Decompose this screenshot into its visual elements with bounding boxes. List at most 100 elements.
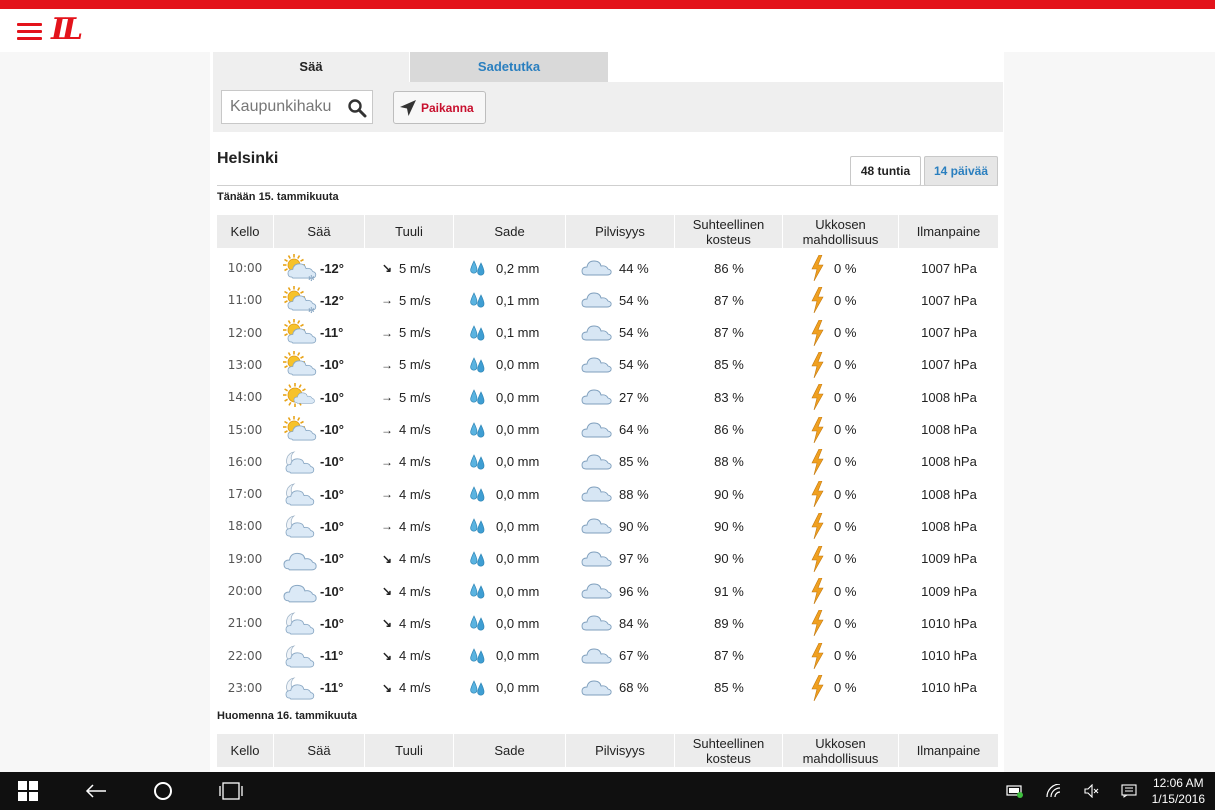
cloudiness-icon bbox=[581, 454, 612, 470]
row-cloudiness: 88 % bbox=[581, 478, 681, 510]
row-weather: -10° bbox=[282, 349, 366, 381]
row-time: 17:00 bbox=[227, 487, 263, 502]
row-wind-speed: 5 m/s bbox=[399, 357, 431, 373]
forecast-row: 22:00 -11° ↘ 4 m/s 0,0 mm 67 % 87 % 0 % 1010 hPa bbox=[210, 640, 1004, 672]
partly-sunny-icon bbox=[283, 415, 317, 440]
battery-icon[interactable] bbox=[1003, 772, 1027, 810]
tab-weather[interactable]: Sää bbox=[213, 52, 409, 82]
row-thunder-value: 0 % bbox=[834, 389, 857, 405]
moon-cloud-icon bbox=[285, 483, 315, 506]
raindrop-icon bbox=[470, 260, 485, 276]
lightning-icon bbox=[811, 642, 824, 669]
cloudiness-icon bbox=[581, 260, 612, 276]
row-weather: -10° bbox=[282, 543, 366, 575]
row-wind-speed: 4 m/s bbox=[399, 648, 431, 664]
row-rain: 0,0 mm bbox=[468, 478, 568, 510]
row-pressure: 1007 hPa bbox=[921, 292, 977, 308]
locate-button[interactable]: Paikanna bbox=[393, 91, 486, 124]
action-center-icon[interactable] bbox=[1117, 772, 1141, 810]
row-temperature: -10° bbox=[320, 389, 344, 405]
row-thunder-value: 0 % bbox=[834, 260, 857, 276]
day-heading: Huomenna 16. tammikuuta bbox=[217, 710, 357, 723]
row-wind: → 4 m/s bbox=[380, 510, 460, 542]
tab-radar[interactable]: Sadetutka bbox=[410, 52, 608, 82]
row-time: 22:00 bbox=[227, 648, 263, 663]
city-search-input[interactable] bbox=[230, 92, 348, 122]
task-view-icon[interactable] bbox=[213, 772, 249, 810]
cortana-search-icon[interactable] bbox=[145, 772, 181, 810]
row-time: 11:00 bbox=[227, 293, 263, 308]
row-weather: -11° bbox=[282, 640, 366, 672]
row-humidity: 85 % bbox=[714, 357, 744, 373]
row-thunder: 0 % bbox=[810, 349, 880, 381]
row-rain: 0,0 mm bbox=[468, 543, 568, 575]
col-rain-header: Sade bbox=[454, 215, 565, 248]
forecast-row: 12:00 -11° → 5 m/s 0,1 mm 54 % 87 % 0 % 1007 hPa bbox=[210, 317, 1004, 349]
cloudiness-icon bbox=[581, 486, 612, 502]
row-wind-speed: 4 m/s bbox=[399, 422, 431, 437]
row-rain: 0,0 mm bbox=[468, 349, 568, 381]
row-humidity: 86 % bbox=[714, 260, 744, 276]
weather-panel: Sää Sadetutka Paikanna Helsinki 48 tunti… bbox=[210, 52, 1004, 772]
site-logo[interactable]: IL bbox=[51, 12, 83, 47]
row-humidity: 83 % bbox=[714, 389, 744, 405]
row-time: 12:00 bbox=[227, 325, 263, 340]
back-arrow-icon[interactable] bbox=[78, 772, 114, 810]
row-cloudiness-value: 44 % bbox=[619, 260, 649, 276]
raindrop-icon bbox=[470, 324, 485, 341]
forecast-row: 14:00 -10° → 5 m/s 0,0 mm 27 % 83 % 0 % 1008 hPa bbox=[210, 381, 1004, 413]
row-rain-amount: 0,0 mm bbox=[496, 551, 540, 567]
row-thunder: 0 % bbox=[810, 543, 880, 575]
row-cloudiness-value: 67 % bbox=[619, 648, 649, 664]
search-icon[interactable] bbox=[347, 98, 367, 118]
sunny-cloud-icon bbox=[283, 383, 315, 408]
row-weather: -10° bbox=[282, 510, 366, 542]
row-thunder-value: 0 % bbox=[834, 583, 857, 599]
row-weather: -10° bbox=[282, 381, 366, 413]
forecast-row: 15:00 -10° → 4 m/s 0,0 mm 64 % 86 % 0 % 1008 hPa bbox=[210, 414, 1004, 446]
row-thunder: 0 % bbox=[810, 414, 880, 446]
moon-cloud-icon bbox=[285, 451, 315, 474]
row-rain-amount: 0,0 mm bbox=[496, 357, 540, 373]
row-wind-speed: 4 m/s bbox=[399, 583, 431, 599]
volume-muted-icon[interactable] bbox=[1080, 772, 1104, 810]
row-thunder-value: 0 % bbox=[834, 292, 857, 308]
row-cloudiness-value: 97 % bbox=[619, 551, 649, 567]
menu-icon[interactable] bbox=[17, 23, 42, 41]
raindrop-icon bbox=[470, 421, 485, 437]
raindrop-icon bbox=[470, 647, 485, 664]
wind-direction-icon: ↘ bbox=[381, 551, 393, 566]
range-14d-button[interactable]: 14 päivää bbox=[924, 156, 998, 186]
row-humidity: 90 % bbox=[714, 551, 744, 567]
row-cloudiness: 90 % bbox=[581, 510, 681, 542]
taskbar-clock[interactable]: 12:06 AM 1/15/2016 bbox=[1152, 775, 1205, 807]
partly-sunny-snow-icon: ✻ bbox=[283, 254, 317, 282]
range-48h-button[interactable]: 48 tuntia bbox=[850, 156, 921, 186]
row-temperature: -11° bbox=[320, 648, 344, 664]
column-headers: Kello Sää Tuuli Sade Pilvisyys Suhteellinen k… bbox=[210, 215, 1004, 248]
wind-direction-icon: → bbox=[381, 487, 393, 502]
wind-direction-icon: ↘ bbox=[381, 261, 393, 275]
row-pressure: 1009 hPa bbox=[921, 551, 977, 567]
row-rain: 0,1 mm bbox=[468, 317, 568, 349]
row-wind: → 4 m/s bbox=[380, 446, 460, 478]
lightning-icon bbox=[811, 255, 824, 281]
forecast-row: 20:00 -10° ↘ 4 m/s 0,0 mm 96 % 91 % 0 % 1009 hPa bbox=[210, 575, 1004, 607]
forecast-row: 17:00 -10° → 4 m/s 0,0 mm 88 % 90 % 0 % 1008 hPa bbox=[210, 478, 1004, 510]
raindrop-icon bbox=[470, 454, 485, 470]
tab-bar: Sää Sadetutka bbox=[213, 52, 1003, 82]
wifi-icon[interactable] bbox=[1042, 772, 1066, 810]
row-thunder-value: 0 % bbox=[834, 357, 857, 373]
row-pressure: 1008 hPa bbox=[921, 454, 977, 470]
row-wind-speed: 5 m/s bbox=[399, 260, 431, 276]
row-time: 23:00 bbox=[227, 680, 263, 695]
row-rain-amount: 0,0 mm bbox=[496, 615, 540, 631]
row-rain: 0,0 mm bbox=[468, 446, 568, 478]
row-thunder: 0 % bbox=[810, 478, 880, 510]
row-wind: ↘ 5 m/s bbox=[380, 252, 460, 284]
col-pressure-header: Ilmanpaine bbox=[899, 734, 998, 768]
row-humidity: 87 % bbox=[714, 292, 744, 308]
windows-start-icon[interactable] bbox=[10, 772, 46, 810]
forecast-row: 13:00 -10° → 5 m/s 0,0 mm 54 % 85 % 0 % 1007 hPa bbox=[210, 349, 1004, 381]
row-time: 20:00 bbox=[227, 584, 263, 598]
